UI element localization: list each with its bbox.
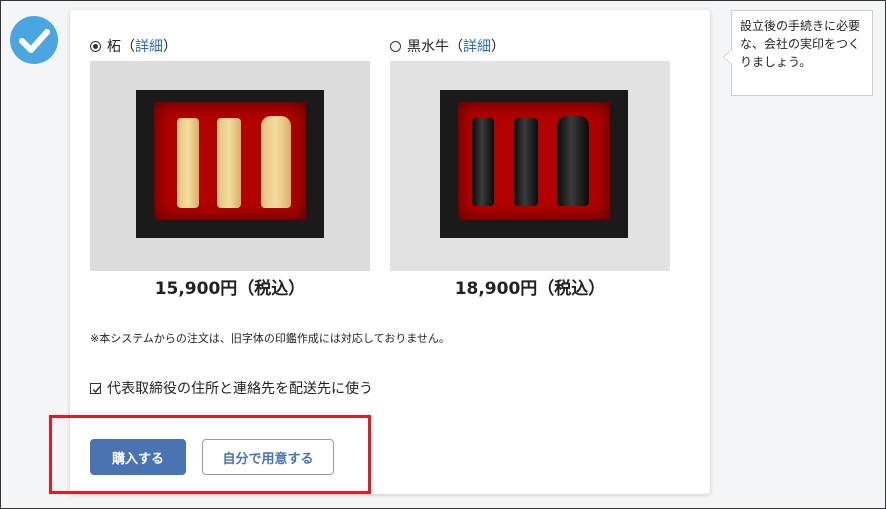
- shipping-address-label: 代表取締役の住所と連絡先を配送先に使う: [107, 381, 373, 397]
- shipping-address-checkbox[interactable]: [90, 382, 101, 394]
- checkmark-icon: [92, 385, 101, 393]
- option-kurosuigyu[interactable]: 黒水牛 （ 詳細 ）: [390, 36, 505, 56]
- detail-link-tsuge[interactable]: 詳細: [135, 36, 163, 56]
- paren-open: （: [449, 39, 463, 55]
- tooltip: 設立後の手続きに必要な、会社の実印をつくりましょう。: [723, 10, 873, 96]
- paren-close: ）: [163, 39, 177, 55]
- seal-2: [514, 118, 538, 206]
- kurosuigyu-seal-image: [390, 61, 670, 271]
- price-kurosuigyu: 18,900円（税込）: [454, 279, 606, 299]
- paren-open: （: [121, 39, 135, 55]
- option-tsuge[interactable]: 柘 （ 詳細 ）: [90, 36, 177, 56]
- radio-tsuge[interactable]: [90, 40, 101, 52]
- tsuge-seal-image: [90, 61, 370, 271]
- shipping-address-checkbox-row[interactable]: 代表取締役の住所と連絡先を配送先に使う: [90, 378, 373, 398]
- option-tsuge-label: 柘: [107, 39, 121, 55]
- seal-1: [472, 118, 494, 206]
- completed-check-icon: [10, 16, 58, 64]
- seal-1: [177, 118, 199, 208]
- option-kurosuigyu-label: 黒水牛: [407, 39, 449, 55]
- paren-close: ）: [491, 39, 505, 55]
- price-tsuge: 15,900円（税込）: [154, 279, 306, 299]
- seal-3: [557, 116, 589, 206]
- buttons-highlight-box: [49, 415, 371, 494]
- detail-link-kurosuigyu[interactable]: 詳細: [463, 36, 491, 56]
- seal-2: [217, 118, 241, 208]
- seal-3: [261, 116, 291, 208]
- order-note: ※本システムからの注文は、旧字体の印鑑作成には対応しておりません。: [90, 332, 450, 345]
- radio-kurosuigyu[interactable]: [390, 40, 401, 52]
